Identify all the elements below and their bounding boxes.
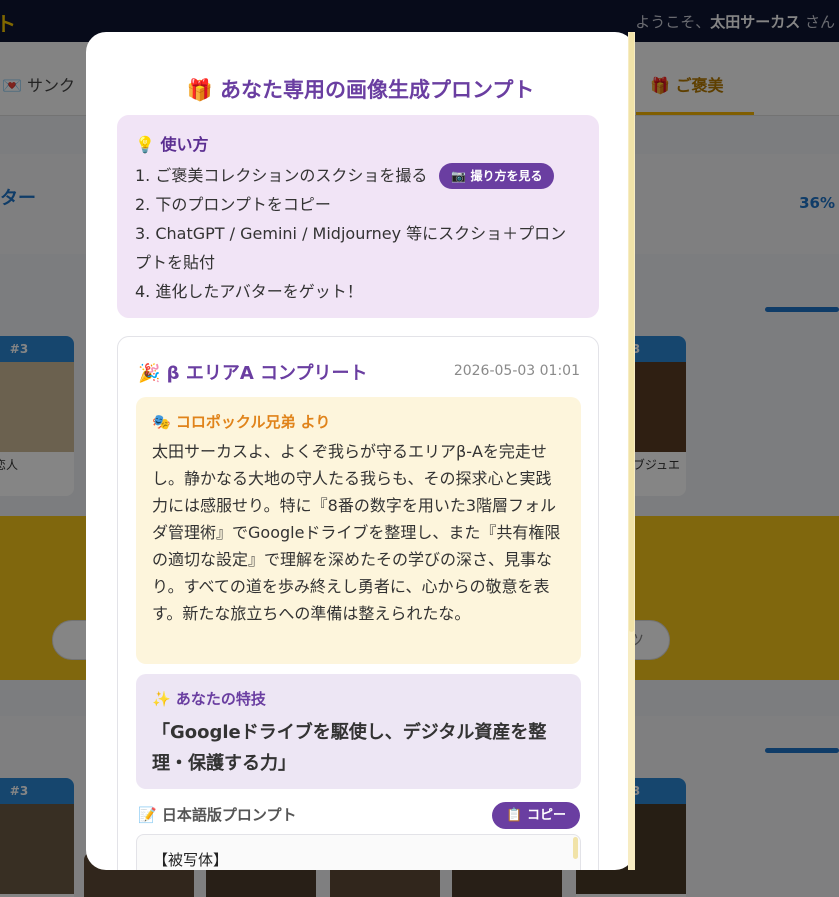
achievement-title: 🎉 β エリアA コンプリート bbox=[138, 363, 368, 384]
prompt-textarea[interactable]: 【被写体】 bbox=[136, 834, 581, 870]
modal-title: 🎁 あなた専用の画像生成プロンプト bbox=[186, 78, 535, 102]
message-sender: 🎭 コロポックル兄弟 より bbox=[152, 413, 331, 431]
skill-label: ✨ あなたの特技 bbox=[152, 690, 266, 708]
skill-box: ✨ あなたの特技 「Googleドライブを駆使し、デジタル資産を整理・保護する力… bbox=[136, 674, 581, 789]
skill-text: 「Googleドライブを駆使し、デジタル資産を整理・保護する力」 bbox=[152, 722, 547, 774]
prompt-text: 【被写体】 bbox=[153, 851, 229, 869]
howto-box: 💡 使い方 1. ご褒美コレクションのスクショを撮る 📷 撮り方を見る 2. 下… bbox=[117, 115, 599, 318]
prompt-modal: 🎁 あなた専用の画像生成プロンプト 💡 使い方 1. ご褒美コレクションのスクシ… bbox=[86, 32, 635, 870]
copy-button[interactable]: 📋 コピー bbox=[492, 802, 580, 829]
view-screenshot-guide-button[interactable]: 📷 撮り方を見る bbox=[439, 162, 555, 189]
howto-step-2: 2. 下のプロンプトをコピー bbox=[135, 195, 331, 214]
achievement-date: 2026-05-03 01:01 bbox=[453, 363, 580, 379]
modal-scrollbar-thumb[interactable] bbox=[629, 32, 634, 632]
message-body: 太田サーカスよ、よくぞ我らが守るエリアβ-Aを完走せし。静かなる大地の守人たる我… bbox=[152, 442, 561, 623]
prompt-header: 📝 日本語版プロンプト bbox=[138, 806, 297, 824]
howto-step-3: 3. ChatGPT / Gemini / Midjourney 等にスクショ＋… bbox=[135, 224, 567, 272]
character-message: 🎭 コロポックル兄弟 より 太田サーカスよ、よくぞ我らが守るエリアβ-Aを完走せ… bbox=[136, 397, 581, 664]
howto-step-1: 1. ご褒美コレクションのスクショを撮る 📷 撮り方を見る bbox=[135, 161, 581, 190]
prompt-scrollbar[interactable] bbox=[573, 837, 578, 859]
achievement-card: 🎉 β エリアA コンプリート 2026-05-03 01:01 🎭 コロポック… bbox=[117, 336, 599, 870]
howto-title: 💡 使い方 bbox=[135, 135, 209, 154]
howto-step-4: 4. 進化したアバターをゲット！ bbox=[135, 282, 363, 301]
